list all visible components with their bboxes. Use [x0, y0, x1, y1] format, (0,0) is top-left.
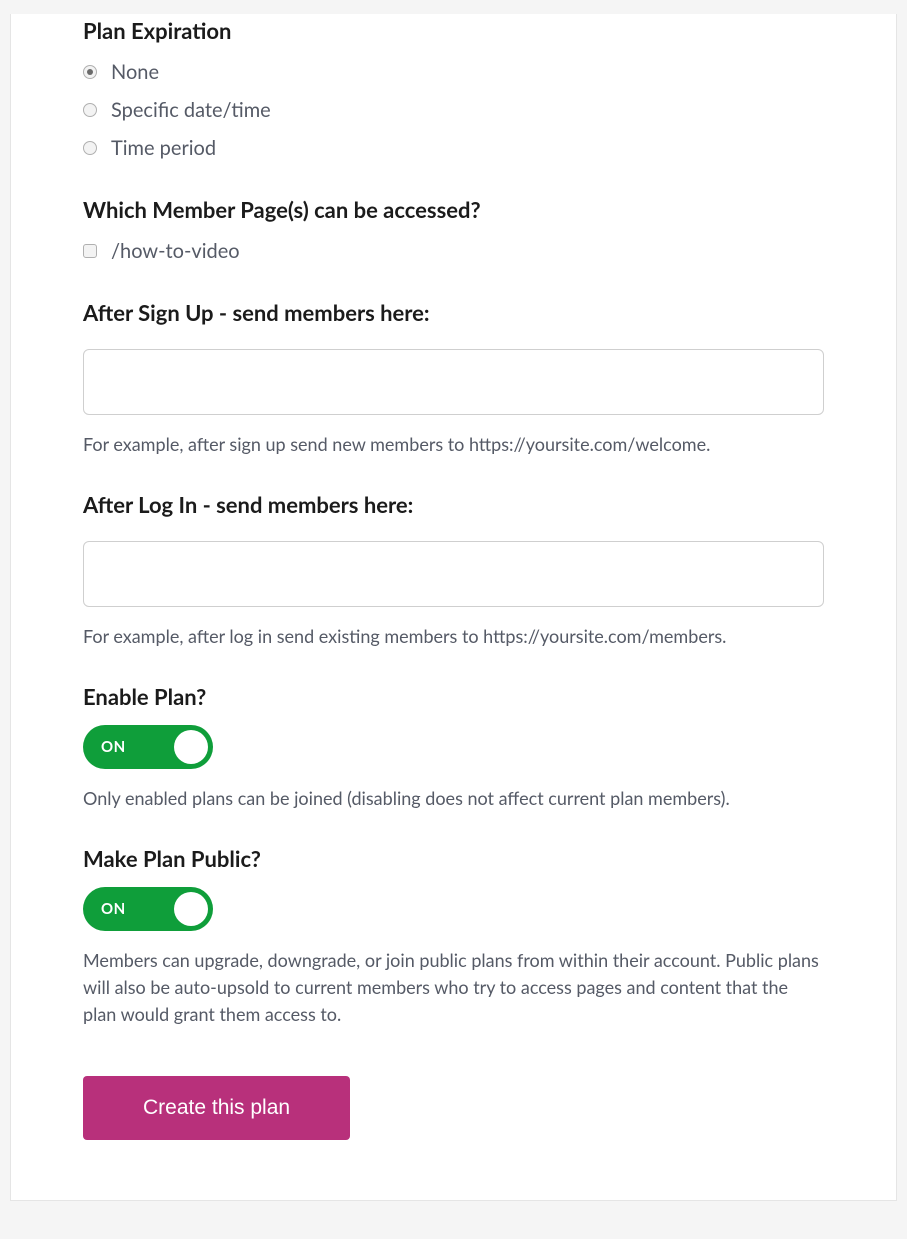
member-page-label: /how-to-video — [111, 236, 240, 266]
after-login-input[interactable] — [83, 541, 824, 607]
after-signup-helper: For example, after sign up send new memb… — [83, 431, 824, 458]
toggle-knob-icon — [174, 892, 208, 926]
after-signup-section: After Sign Up - send members here: For e… — [83, 296, 824, 458]
radio-icon — [83, 103, 97, 117]
make-public-title: Make Plan Public? — [83, 842, 824, 875]
after-login-title: After Log In - send members here: — [83, 488, 824, 521]
after-login-section: After Log In - send members here: For ex… — [83, 488, 824, 650]
expiration-specific-label: Specific date/time — [111, 95, 271, 125]
after-signup-input[interactable] — [83, 349, 824, 415]
enable-plan-toggle[interactable]: ON — [83, 725, 213, 769]
member-page-item[interactable]: /how-to-video — [83, 236, 824, 266]
enable-plan-helper: Only enabled plans can be joined (disabl… — [83, 785, 824, 812]
enable-plan-section: Enable Plan? ON Only enabled plans can b… — [83, 680, 824, 812]
after-login-helper: For example, after log in send existing … — [83, 623, 824, 650]
create-plan-button[interactable]: Create this plan — [83, 1076, 350, 1140]
expiration-option-specific[interactable]: Specific date/time — [83, 95, 824, 125]
plan-expiration-title: Plan Expiration — [83, 14, 824, 47]
expiration-option-period[interactable]: Time period — [83, 133, 824, 163]
member-pages-section: Which Member Page(s) can be accessed? /h… — [83, 193, 824, 266]
enable-plan-title: Enable Plan? — [83, 680, 824, 713]
after-signup-title: After Sign Up - send members here: — [83, 296, 824, 329]
expiration-period-label: Time period — [111, 133, 216, 163]
radio-icon — [83, 65, 97, 79]
plan-expiration-section: Plan Expiration None Specific date/time … — [83, 14, 824, 163]
make-public-section: Make Plan Public? ON Members can upgrade… — [83, 842, 824, 1028]
plan-form-card: Plan Expiration None Specific date/time … — [10, 14, 897, 1201]
make-public-toggle-label: ON — [101, 898, 126, 921]
member-pages-title: Which Member Page(s) can be accessed? — [83, 193, 824, 226]
make-public-toggle[interactable]: ON — [83, 887, 213, 931]
expiration-option-none[interactable]: None — [83, 57, 824, 87]
checkbox-icon — [83, 244, 97, 258]
expiration-none-label: None — [111, 57, 159, 87]
make-public-helper: Members can upgrade, downgrade, or join … — [83, 947, 824, 1028]
radio-icon — [83, 141, 97, 155]
enable-plan-toggle-label: ON — [101, 736, 126, 759]
toggle-knob-icon — [174, 730, 208, 764]
